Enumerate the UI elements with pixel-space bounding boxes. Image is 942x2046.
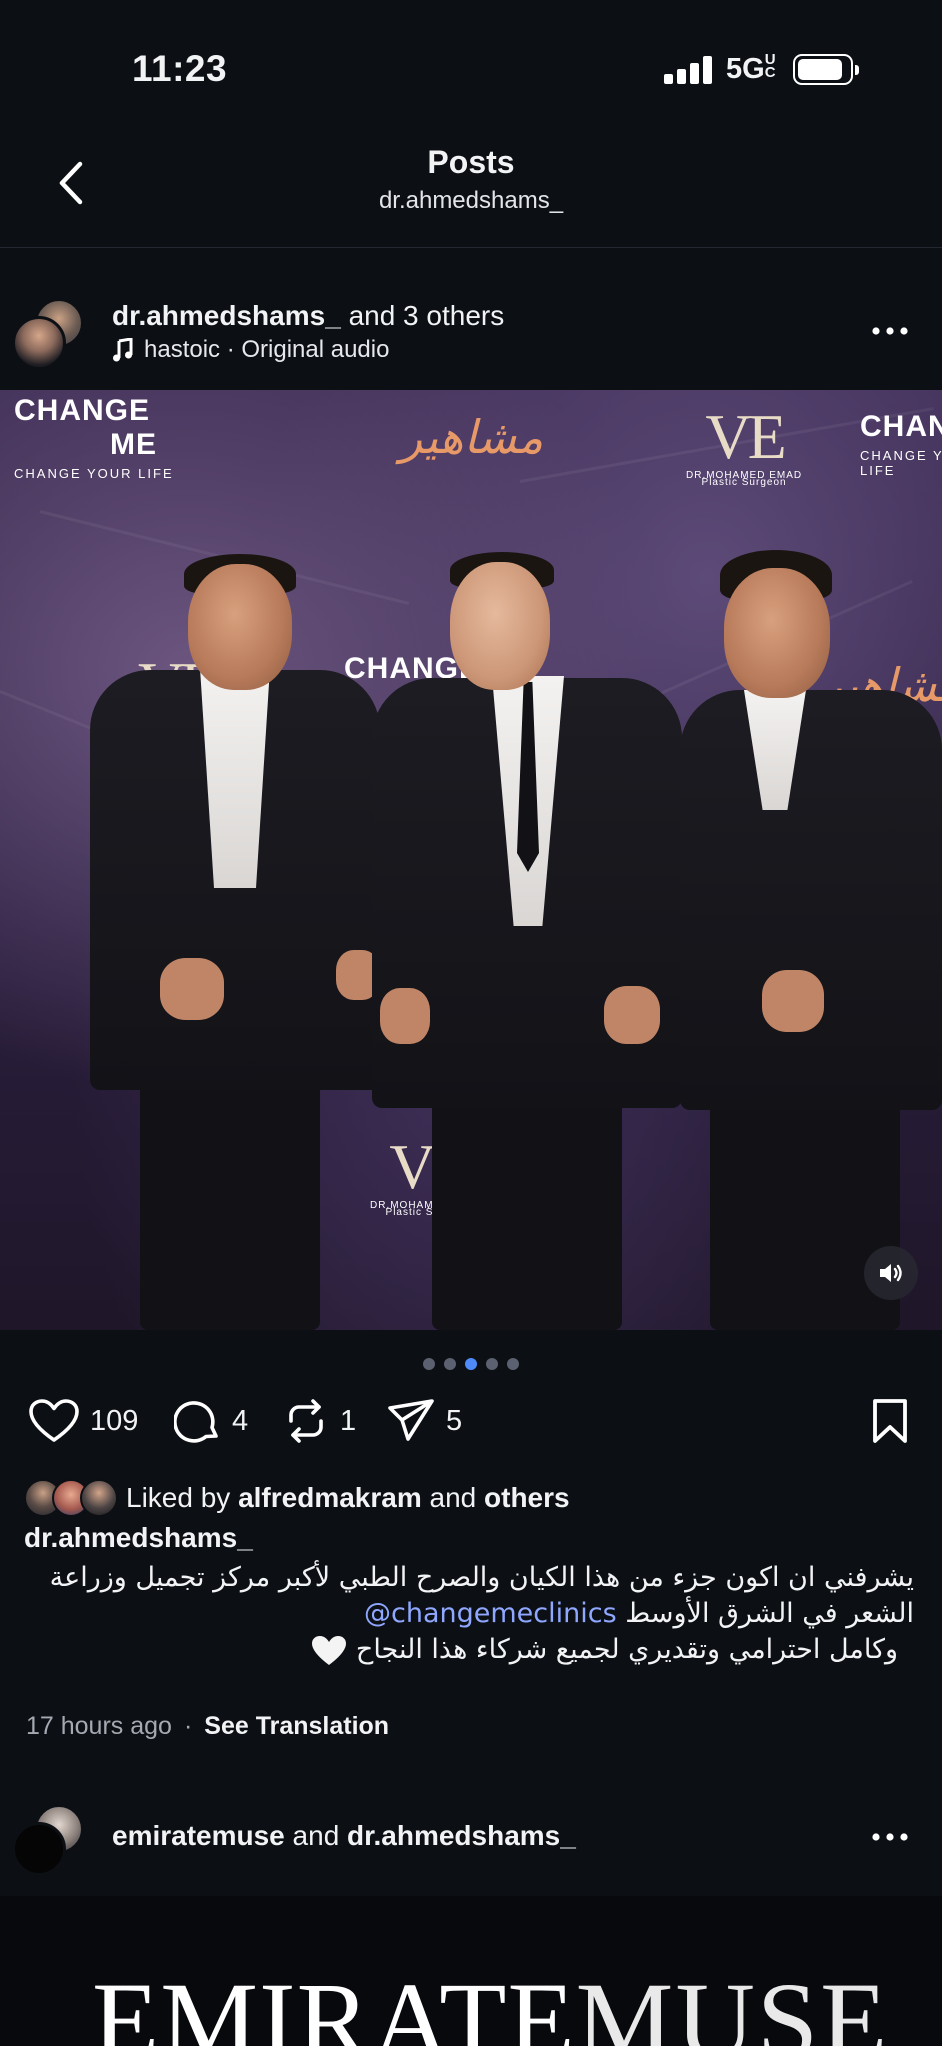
- post-actions: 109 4 1 5: [0, 1395, 942, 1455]
- carousel-dot: [486, 1358, 498, 1370]
- repost-icon: [289, 1399, 323, 1443]
- caption-line: يشرفني ان اكون جزء من هذا الكيان والصرح …: [49, 1562, 914, 1593]
- person-right: [680, 550, 942, 1330]
- audio-label: hastoic · Original audio: [144, 336, 390, 363]
- more-icon: [872, 1833, 908, 1841]
- caption-line: وكامل احترامي وتقديري لجميع شركاء هذا ال…: [24, 1632, 914, 1668]
- liked-by-row[interactable]: Liked by alfredmakram and others: [24, 1478, 570, 1518]
- next-post-author[interactable]: emiratemuse and dr.ahmedshams_: [112, 1820, 576, 1852]
- emiratemuse-wordmark: EMIRATEMUSE: [92, 1960, 890, 2046]
- sound-toggle-button[interactable]: [864, 1246, 918, 1300]
- avatar: [12, 316, 66, 370]
- share-count: 5: [446, 1404, 463, 1437]
- heart-icon: [29, 1399, 79, 1442]
- music-note-icon: [113, 338, 133, 362]
- comment-count: 4: [232, 1404, 249, 1437]
- like-count: 109: [90, 1404, 139, 1437]
- share-button[interactable]: 5: [386, 1395, 462, 1447]
- status-bar: 11:23 5GUC: [0, 0, 942, 140]
- next-post-media[interactable]: EMIRATEMUSE: [0, 1896, 942, 2046]
- see-translation-link[interactable]: See Translation: [204, 1712, 389, 1741]
- liked-by-text: Liked by alfredmakram and others: [126, 1482, 570, 1513]
- carousel-dot: [444, 1358, 456, 1370]
- post-author[interactable]: dr.ahmedshams_ and 3 others: [112, 300, 504, 332]
- change-me-logo: CHANGE ME CHANGE YOUR LIFE: [14, 394, 174, 481]
- post-media[interactable]: CHANGE ME CHANGE YOUR LIFE مشاهير VE DR.M…: [0, 390, 942, 1330]
- more-icon: [872, 327, 908, 335]
- collab-avatars[interactable]: [12, 1804, 86, 1876]
- post-meta: 17 hours ago · See Translation: [26, 1712, 389, 1741]
- next-post-header: emiratemuse and dr.ahmedshams_: [0, 1796, 942, 1886]
- comment-button[interactable]: 4: [174, 1395, 248, 1447]
- share-icon: [388, 1399, 434, 1441]
- collab-avatars[interactable]: [12, 298, 86, 370]
- bookmark-icon: [873, 1399, 907, 1443]
- page-subtitle[interactable]: dr.ahmedshams_: [0, 187, 942, 215]
- person-center: [372, 550, 682, 1330]
- caption-line: الشعر في الشرق الأوسط @changemeclinics: [364, 1598, 914, 1629]
- repost-button[interactable]: 1: [282, 1395, 356, 1447]
- save-button[interactable]: [870, 1397, 910, 1445]
- post-header: dr.ahmedshams_ and 3 others hastoic · Or…: [0, 290, 942, 380]
- battery-icon: [793, 54, 859, 85]
- separator: ·: [183, 1712, 193, 1740]
- nav-header: Posts dr.ahmedshams_: [0, 130, 942, 248]
- sound-icon: [880, 1264, 902, 1282]
- repost-count: 1: [340, 1404, 357, 1437]
- avatar: [80, 1479, 118, 1517]
- more-options-button[interactable]: [868, 1820, 912, 1850]
- more-options-button[interactable]: [868, 314, 912, 344]
- audio-attribution[interactable]: hastoic · Original audio: [112, 336, 389, 364]
- avatar: [12, 1822, 66, 1876]
- comment-icon: [174, 1401, 218, 1443]
- carousel-dot: [465, 1358, 477, 1370]
- arabic-logo: مشاهير: [400, 410, 544, 464]
- white-heart-emoji-icon: [312, 1635, 347, 1665]
- page-title: Posts: [427, 144, 515, 180]
- like-button[interactable]: 109: [28, 1395, 138, 1447]
- person-left: [90, 550, 380, 1330]
- carousel-dot: [507, 1358, 519, 1370]
- caption-username[interactable]: dr.ahmedshams_: [24, 1522, 253, 1554]
- status-time: 11:23: [132, 48, 228, 89]
- post-time: 17 hours ago: [26, 1712, 172, 1740]
- ve-logo: VE DR.MOHAMED EMAD Plastic Surgeon: [686, 401, 803, 488]
- network-type: 5GUC: [726, 51, 776, 85]
- change-me-logo: CHANGE CHANGE YOUR LIFE: [860, 410, 942, 478]
- carousel-dot: [423, 1358, 435, 1370]
- mention-link[interactable]: @changemeclinics: [364, 1598, 617, 1629]
- signal-strength-icon: [664, 56, 712, 84]
- caption-text: يشرفني ان اكون جزء من هذا الكيان والصرح …: [24, 1560, 914, 1668]
- carousel-indicator: [0, 1358, 942, 1370]
- liked-by-avatars: [24, 1479, 120, 1517]
